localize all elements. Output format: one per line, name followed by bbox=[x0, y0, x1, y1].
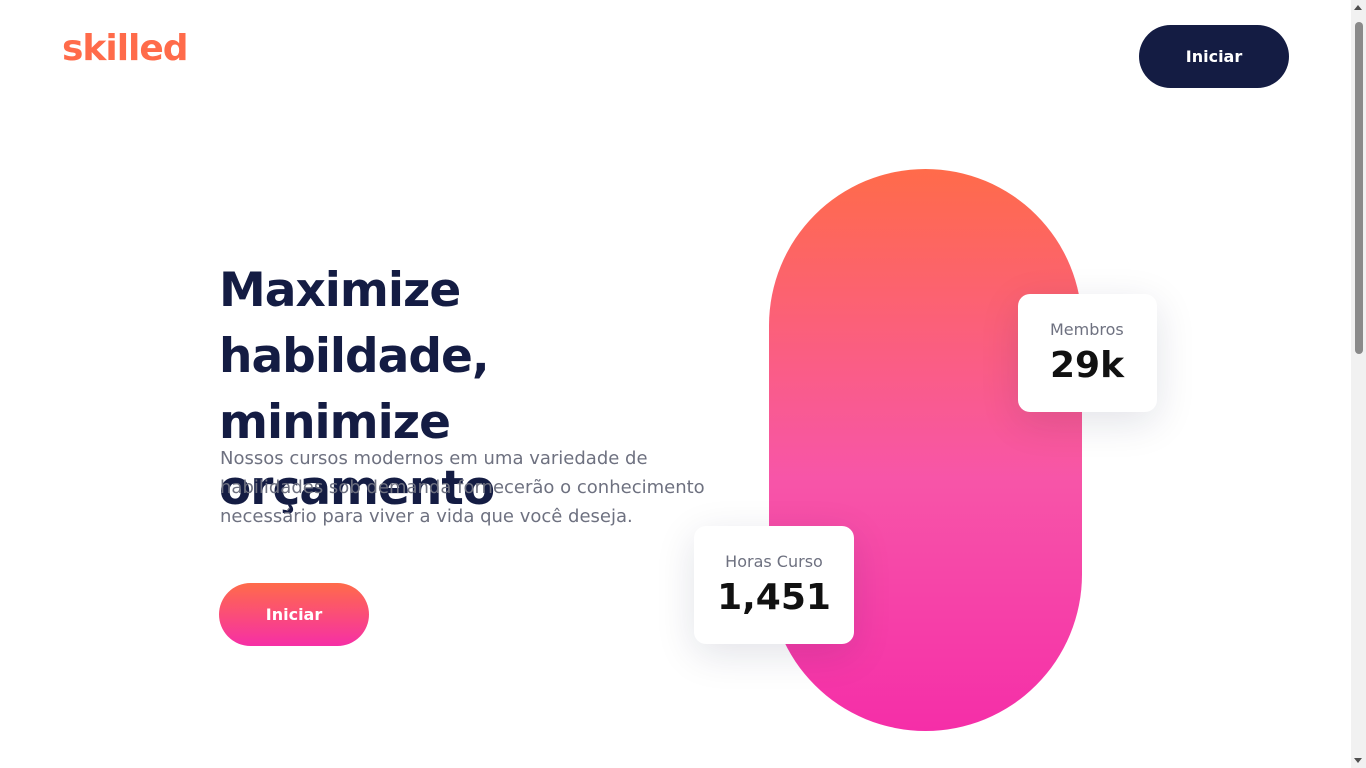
scroll-up-arrow-icon[interactable] bbox=[1354, 5, 1362, 10]
hero-description: Nossos cursos modernos em uma variedade … bbox=[220, 448, 705, 527]
course-hours-stat-card: Horas Curso 1,451 bbox=[694, 526, 854, 644]
course-hours-stat-value: 1,451 bbox=[717, 577, 831, 618]
members-stat-card: Membros 29k bbox=[1018, 294, 1157, 412]
course-hours-stat-label: Horas Curso bbox=[725, 552, 823, 571]
logo[interactable]: skilled bbox=[62, 28, 189, 69]
hero-gradient-pill bbox=[769, 169, 1082, 731]
scrollbar-thumb[interactable] bbox=[1355, 22, 1363, 354]
headline-line-1: Maximize habildade, bbox=[219, 263, 490, 384]
header-start-button[interactable]: Iniciar bbox=[1139, 25, 1289, 88]
hero-start-button[interactable]: Iniciar bbox=[219, 583, 369, 646]
members-stat-label: Membros bbox=[1050, 320, 1124, 339]
members-stat-value: 29k bbox=[1050, 345, 1125, 386]
scroll-down-arrow-icon[interactable] bbox=[1354, 758, 1362, 763]
vertical-scrollbar[interactable] bbox=[1351, 0, 1366, 768]
